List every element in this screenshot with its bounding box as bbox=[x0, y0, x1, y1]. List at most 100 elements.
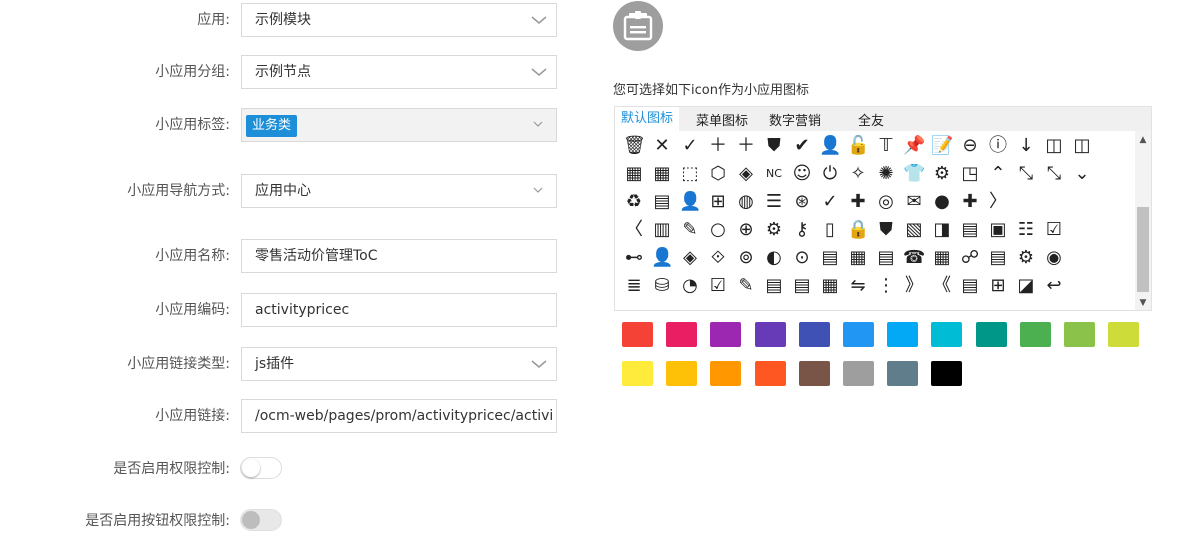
picker-icon[interactable]: ⛊ bbox=[875, 219, 897, 241]
picker-icon[interactable]: ☑ bbox=[1043, 219, 1065, 241]
color-swatch[interactable] bbox=[1064, 322, 1095, 347]
color-swatch[interactable] bbox=[887, 322, 919, 347]
picker-icon[interactable]: ✓ bbox=[679, 135, 701, 157]
picker-icon[interactable]: ✉ bbox=[903, 191, 925, 213]
picker-icon[interactable]: 《 bbox=[931, 275, 953, 297]
link-input[interactable]: /ocm-web/pages/prom/activitypricec/activ… bbox=[241, 399, 557, 433]
picker-icon[interactable]: ▤ bbox=[819, 247, 841, 269]
group-select[interactable]: 示例节点 bbox=[241, 55, 557, 89]
picker-icon[interactable]: NC bbox=[763, 163, 785, 185]
picker-icon[interactable]: 🔓 bbox=[847, 135, 869, 157]
picker-icon[interactable]: 🔒 bbox=[847, 219, 869, 241]
picker-icon[interactable]: ☎ bbox=[903, 247, 925, 269]
picker-icon[interactable]: ⊷ bbox=[623, 247, 645, 269]
picker-icon[interactable]: ⊞ bbox=[707, 191, 729, 213]
picker-icon[interactable]: ⟐ bbox=[707, 247, 729, 269]
picker-icon[interactable]: 👤 bbox=[819, 135, 841, 157]
app-select[interactable]: 示例模块 bbox=[241, 3, 557, 37]
picker-icon[interactable]: 〉 bbox=[987, 191, 1009, 213]
picker-icon[interactable]: ⛁ bbox=[651, 275, 673, 297]
color-swatch[interactable] bbox=[931, 361, 963, 386]
picker-icon[interactable]: ◨ bbox=[931, 219, 953, 241]
picker-icon[interactable]: ⚙ bbox=[763, 219, 785, 241]
picker-icon[interactable]: ◉ bbox=[1043, 247, 1065, 269]
picker-icon[interactable]: ▤ bbox=[959, 275, 981, 297]
picker-icon[interactable]: ＋ bbox=[707, 135, 729, 157]
picker-icon[interactable]: 〈 bbox=[623, 219, 645, 241]
color-swatch[interactable] bbox=[798, 361, 830, 386]
color-swatch[interactable] bbox=[666, 322, 698, 347]
color-swatch[interactable] bbox=[666, 361, 698, 386]
scroll-up-icon[interactable]: ▲ bbox=[1138, 135, 1148, 145]
picker-icon[interactable]: ▦ bbox=[819, 275, 841, 297]
picker-icon[interactable]: ▤ bbox=[875, 247, 897, 269]
picker-icon[interactable]: ◫ bbox=[1071, 135, 1093, 157]
picker-icon[interactable]: ⬡ bbox=[707, 163, 729, 185]
color-swatch[interactable] bbox=[710, 361, 742, 386]
picker-icon[interactable]: ◫ bbox=[1043, 135, 1065, 157]
tab-default-icons[interactable]: 默认图标 bbox=[615, 107, 680, 131]
picker-icon[interactable]: ▤ bbox=[763, 275, 785, 297]
color-swatch[interactable] bbox=[1019, 322, 1051, 347]
picker-icon[interactable]: 👤 bbox=[679, 191, 701, 213]
picker-icon[interactable]: ▣ bbox=[987, 219, 1009, 241]
picker-icon[interactable]: ▦ bbox=[623, 163, 645, 185]
picker-icon[interactable]: ⛊ bbox=[763, 135, 785, 157]
picker-icon[interactable]: ⚷ bbox=[791, 219, 813, 241]
picker-icon[interactable]: ▤ bbox=[791, 275, 813, 297]
picker-icon[interactable]: ⌃ bbox=[987, 163, 1009, 185]
picker-icon[interactable]: ⊙ bbox=[791, 247, 813, 269]
tag-select[interactable]: 业务类 bbox=[241, 108, 557, 142]
color-swatch[interactable] bbox=[622, 322, 653, 347]
picker-icon[interactable]: ◍ bbox=[735, 191, 757, 213]
color-swatch[interactable] bbox=[975, 322, 1007, 347]
picker-icon[interactable]: ⇋ bbox=[847, 275, 869, 297]
picker-icon[interactable]: ＋ bbox=[735, 135, 757, 157]
picker-icon[interactable]: 📌 bbox=[903, 135, 925, 157]
picker-icon[interactable]: ⊚ bbox=[735, 247, 757, 269]
picker-icon[interactable]: ⊖ bbox=[959, 135, 981, 157]
picker-icon[interactable]: ▤ bbox=[959, 219, 981, 241]
color-swatch[interactable] bbox=[754, 322, 786, 347]
picker-icon[interactable]: ⤡ bbox=[1015, 163, 1037, 185]
color-swatch[interactable] bbox=[798, 322, 830, 347]
picker-icon[interactable]: ▦ bbox=[651, 163, 673, 185]
picker-icon[interactable]: ⋮ bbox=[875, 275, 897, 297]
picker-icon[interactable]: ◔ bbox=[679, 275, 701, 297]
tab-quanyou[interactable]: 全友 bbox=[858, 110, 884, 129]
picker-icon[interactable]: ☷ bbox=[1015, 219, 1037, 241]
picker-icon[interactable]: ✚ bbox=[847, 191, 869, 213]
scrollbar-thumb[interactable] bbox=[1137, 207, 1149, 292]
color-swatch[interactable] bbox=[843, 322, 874, 347]
picker-icon[interactable]: ● bbox=[931, 191, 953, 213]
picker-icon[interactable]: 📝 bbox=[931, 135, 953, 157]
picker-icon[interactable]: ▥ bbox=[651, 219, 673, 241]
picker-icon[interactable]: ≣ bbox=[623, 275, 645, 297]
picker-icon[interactable]: 》 bbox=[903, 275, 925, 297]
picker-icon[interactable]: ⓘ bbox=[987, 135, 1009, 157]
picker-icon[interactable]: ◈ bbox=[735, 163, 757, 185]
picker-icon[interactable]: ✧ bbox=[847, 163, 869, 185]
picker-icon[interactable]: ⌄ bbox=[1071, 163, 1093, 185]
picker-icon[interactable]: 🗑 bbox=[623, 135, 646, 157]
picker-icon[interactable]: ▯ bbox=[819, 219, 841, 241]
color-swatch[interactable] bbox=[887, 361, 919, 386]
picker-icon[interactable]: ◳ bbox=[959, 163, 981, 185]
picker-icon[interactable]: ⬚ bbox=[679, 163, 701, 185]
color-swatch[interactable] bbox=[1108, 322, 1140, 347]
color-swatch[interactable] bbox=[710, 322, 742, 347]
color-swatch[interactable] bbox=[931, 322, 963, 347]
perm-toggle[interactable] bbox=[240, 457, 282, 479]
picker-icon[interactable]: 👤 bbox=[651, 247, 673, 269]
scroll-down-icon[interactable]: ▼ bbox=[1138, 298, 1148, 308]
picker-icon[interactable]: ⚙ bbox=[931, 163, 953, 185]
scrollbar[interactable]: ▲ ▼ bbox=[1135, 131, 1151, 310]
nav-select[interactable]: 应用中心 bbox=[241, 174, 557, 208]
link-type-select[interactable]: js插件 bbox=[241, 347, 557, 381]
picker-icon[interactable]: ✎ bbox=[679, 219, 701, 241]
name-input[interactable]: 零售活动价管理ToC bbox=[241, 239, 557, 273]
picker-icon[interactable]: ▦ bbox=[847, 247, 869, 269]
picker-icon[interactable]: ↩ bbox=[1043, 275, 1065, 297]
picker-icon[interactable]: ▤ bbox=[651, 191, 673, 213]
picker-icon[interactable]: ▧ bbox=[903, 219, 925, 241]
